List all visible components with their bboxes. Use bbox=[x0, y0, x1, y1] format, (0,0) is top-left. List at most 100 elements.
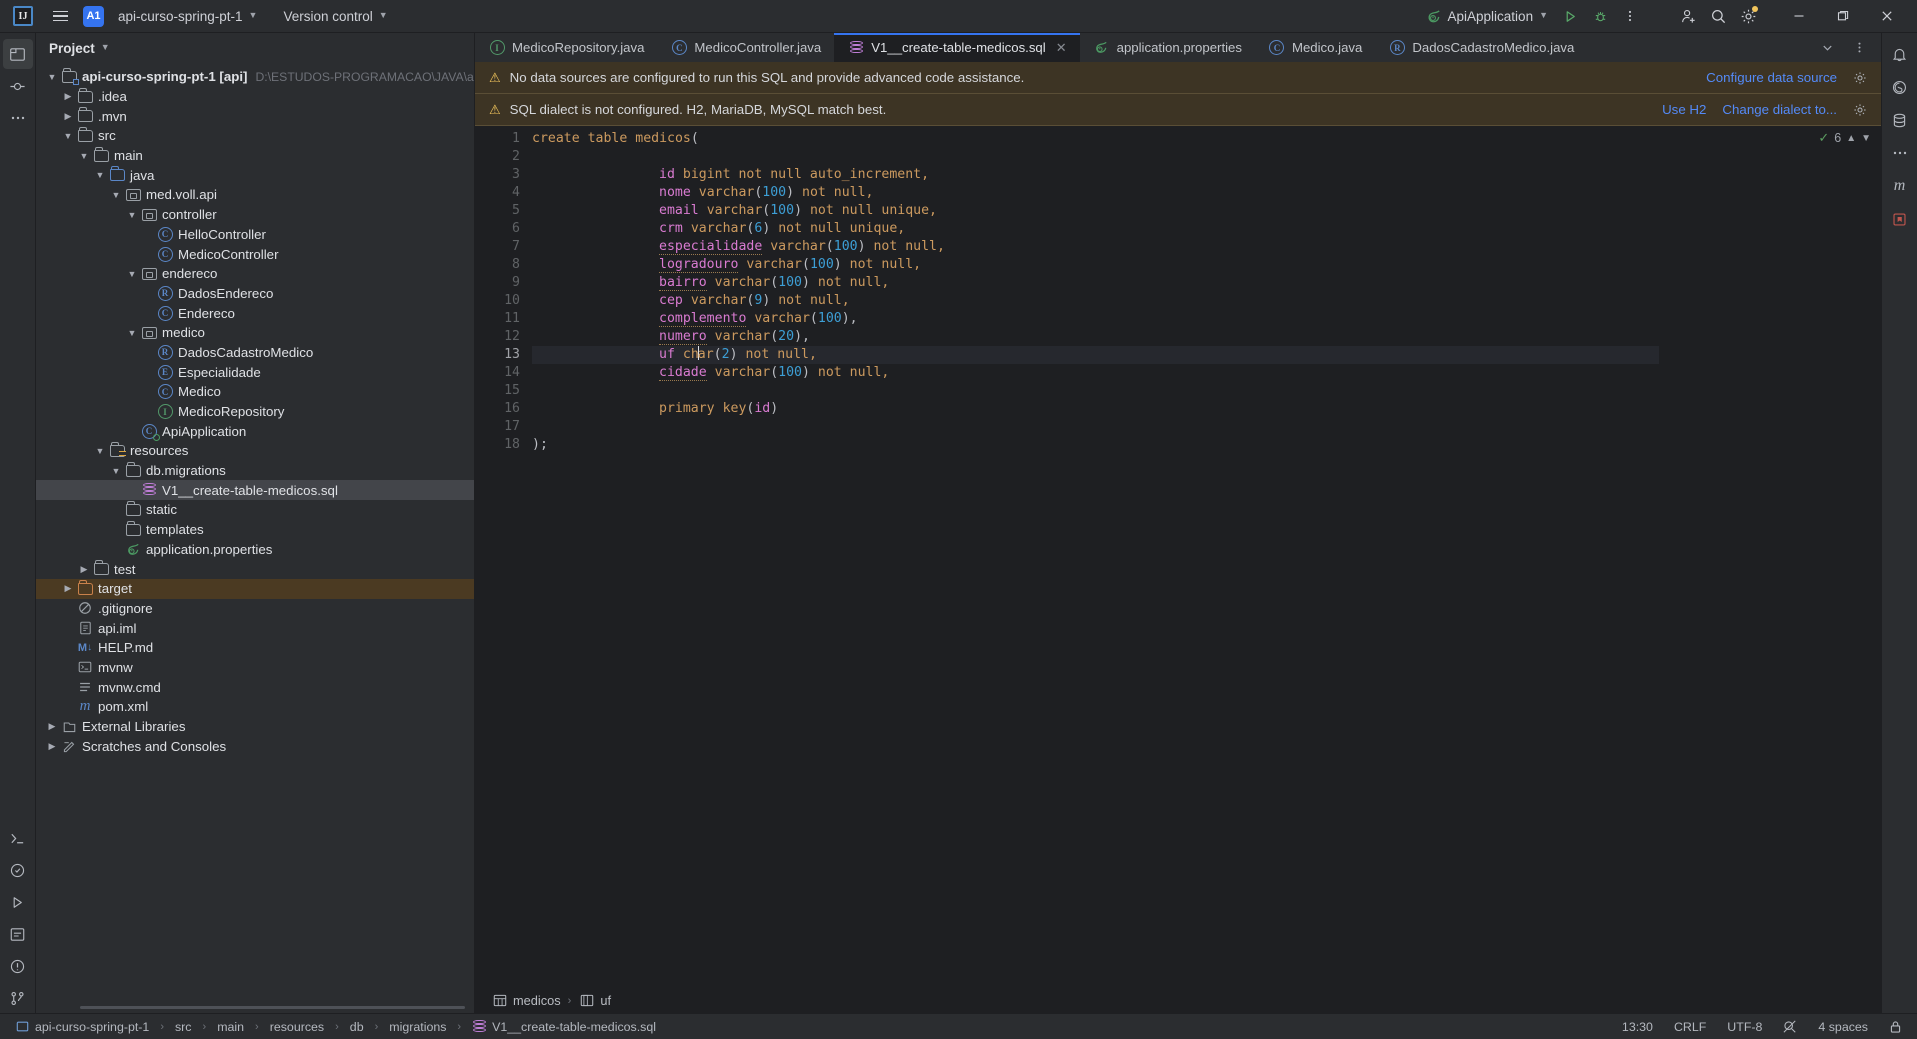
notifications-icon[interactable] bbox=[1885, 39, 1915, 69]
tree-node-static[interactable]: static bbox=[36, 500, 474, 520]
problems-tool-window-icon[interactable] bbox=[3, 951, 33, 981]
caret-position[interactable]: 13:30 bbox=[1617, 1019, 1658, 1035]
status-breadcrumb-item[interactable]: main bbox=[212, 1019, 249, 1035]
editor-tab-medicocontroller-java[interactable]: C MedicoController.java bbox=[657, 33, 834, 62]
breadcrumb-item[interactable]: uf bbox=[578, 993, 611, 1008]
inspection-widget[interactable]: ✓ 6 ▲ ▼ bbox=[1818, 130, 1871, 146]
chevron-up-icon[interactable]: ▲ bbox=[1846, 133, 1856, 144]
status-breadcrumb-item[interactable]: migrations bbox=[384, 1019, 451, 1035]
tree-node-dadoscadastromedico[interactable]: R DadosCadastroMedico bbox=[36, 343, 474, 363]
chevron-down-icon[interactable]: ▼ bbox=[60, 131, 76, 141]
chevron-right-icon[interactable]: ▶ bbox=[60, 91, 76, 102]
code-view[interactable]: 12345678910111213💡1415161718 create tabl… bbox=[475, 126, 1659, 988]
commit-tool-window-icon[interactable] bbox=[3, 71, 33, 101]
tab-options-button[interactable] bbox=[1844, 35, 1874, 61]
close-button[interactable] bbox=[1865, 0, 1909, 33]
chevron-down-icon[interactable]: ▼ bbox=[108, 190, 124, 200]
notification-action-link[interactable]: Use H2 bbox=[1662, 102, 1706, 117]
editor-tab-application-properties[interactable]: application.properties bbox=[1080, 33, 1255, 62]
code-line[interactable]: uf char(2) not null, bbox=[532, 346, 1659, 364]
tree-node-medico[interactable]: C Medico bbox=[36, 382, 474, 402]
tree-node-help-md[interactable]: M ↓ HELP.md bbox=[36, 638, 474, 658]
breadcrumb-item[interactable]: medicos bbox=[491, 993, 561, 1008]
chevron-down-icon[interactable]: ▼ bbox=[92, 446, 108, 456]
project-tree[interactable]: ▼ api-curso-spring-pt-1 [api] D:\ESTUDOS-P… bbox=[36, 63, 474, 1013]
terminal-tool-window-icon[interactable] bbox=[3, 823, 33, 853]
code-line[interactable]: bairro varchar(100) not null, bbox=[532, 274, 1659, 292]
code-line[interactable]: numero varchar(20), bbox=[532, 328, 1659, 346]
chevron-down-icon[interactable]: ▼ bbox=[92, 170, 108, 180]
code-line[interactable] bbox=[532, 418, 1659, 436]
code-line[interactable]: id bigint not null auto_increment, bbox=[532, 166, 1659, 184]
tree-node-apiapplication[interactable]: C ApiApplication bbox=[36, 421, 474, 441]
code-lines[interactable]: create table medicos( id bigint not null… bbox=[530, 126, 1659, 988]
tree-node-dadosendereco[interactable]: R DadosEndereco bbox=[36, 284, 474, 304]
ai-assistant-icon[interactable] bbox=[1885, 72, 1915, 102]
project-tool-window-icon[interactable] bbox=[2, 39, 33, 69]
tree-node-mvnw[interactable]: mvnw bbox=[36, 658, 474, 678]
tree-node-scratches-and-consoles[interactable]: ▶ Scratches and Consoles bbox=[36, 736, 474, 756]
chevron-down-icon[interactable]: ▼ bbox=[124, 328, 140, 338]
project-horizontal-scrollbar[interactable] bbox=[80, 1006, 465, 1009]
run-configuration-selector[interactable]: ApiApplication ▼ bbox=[1420, 6, 1555, 27]
database-icon[interactable] bbox=[1885, 105, 1915, 135]
notification-action-link[interactable]: Configure data source bbox=[1706, 70, 1837, 85]
status-breadcrumb-item[interactable]: V1__create-table-medicos.sql bbox=[467, 1019, 661, 1035]
tree-node-endereco[interactable]: C Endereco bbox=[36, 303, 474, 323]
line-number[interactable]: 12 bbox=[475, 328, 530, 346]
code-line[interactable]: cidade varchar(100) not null, bbox=[532, 364, 1659, 382]
project-name-selector[interactable]: api-curso-spring-pt-1 ▼ bbox=[111, 6, 264, 27]
run-tool-window-icon[interactable] bbox=[3, 887, 33, 917]
gear-icon[interactable] bbox=[1853, 71, 1867, 85]
chevron-down-icon[interactable]: ▼ bbox=[44, 72, 60, 82]
line-number[interactable]: 16 bbox=[475, 400, 530, 418]
more-tools-icon[interactable] bbox=[1885, 138, 1915, 168]
code-line[interactable]: create table medicos( bbox=[532, 130, 1659, 148]
code-line[interactable] bbox=[532, 148, 1659, 166]
tree-node-external-libraries[interactable]: ▶ External Libraries bbox=[36, 717, 474, 737]
services-tool-window-icon[interactable] bbox=[3, 855, 33, 885]
chevron-down-icon[interactable]: ▼ bbox=[76, 151, 92, 161]
tree-node--idea[interactable]: ▶ .idea bbox=[36, 87, 474, 107]
line-number[interactable]: 13💡 bbox=[475, 346, 548, 364]
hamburger-menu-icon[interactable] bbox=[47, 3, 73, 29]
line-number[interactable]: 15 bbox=[475, 382, 530, 400]
status-breadcrumb[interactable]: api-curso-spring-pt-1 › src › main › resources… bbox=[10, 1019, 661, 1035]
tree-node-test[interactable]: ▶ test bbox=[36, 559, 474, 579]
inspection-lens-icon[interactable] bbox=[1778, 1019, 1802, 1035]
add-user-button[interactable] bbox=[1673, 3, 1703, 29]
tree-node-hellocontroller[interactable]: C HelloController bbox=[36, 225, 474, 245]
version-control-tool-window-icon[interactable] bbox=[3, 983, 33, 1013]
tree-node-medicocontroller[interactable]: C MedicoController bbox=[36, 244, 474, 264]
file-encoding[interactable]: UTF-8 bbox=[1722, 1019, 1767, 1035]
tree-node-resources[interactable]: ▼ resources bbox=[36, 441, 474, 461]
close-icon[interactable]: ✕ bbox=[1056, 40, 1067, 56]
line-number[interactable]: 4 bbox=[475, 184, 530, 202]
notification-action-link[interactable]: Change dialect to... bbox=[1722, 102, 1837, 117]
code-line[interactable]: email varchar(100) not null unique, bbox=[532, 202, 1659, 220]
tree-node-target[interactable]: ▶ target bbox=[36, 578, 474, 599]
code-line[interactable]: ); bbox=[532, 436, 1659, 454]
chevron-right-icon[interactable]: ▶ bbox=[44, 721, 60, 732]
line-separator[interactable]: CRLF bbox=[1669, 1019, 1711, 1035]
tree-node-templates[interactable]: templates bbox=[36, 520, 474, 540]
tree-node-v1-create-table-medicos-sql[interactable]: V1__create-table-medicos.sql bbox=[36, 480, 474, 501]
tree-node-main[interactable]: ▼ main bbox=[36, 146, 474, 166]
tree-node-api-curso-spring-pt-1-api-[interactable]: ▼ api-curso-spring-pt-1 [api] D:\ESTUDOS-P… bbox=[36, 67, 474, 87]
more-actions-button[interactable] bbox=[1615, 3, 1645, 29]
tree-node-controller[interactable]: ▼ controller bbox=[36, 205, 474, 225]
chevron-right-icon[interactable]: ▶ bbox=[60, 583, 76, 594]
tab-list-button[interactable] bbox=[1812, 35, 1842, 61]
line-number[interactable]: 2 bbox=[475, 148, 530, 166]
chevron-right-icon[interactable]: ▶ bbox=[76, 564, 92, 575]
chevron-down-icon[interactable]: ▼ bbox=[108, 466, 124, 476]
tree-node-medico[interactable]: ▼ medico bbox=[36, 323, 474, 343]
tree-node-medicorepository[interactable]: I MedicoRepository bbox=[36, 402, 474, 422]
editor-breadcrumb[interactable]: medicos › uf bbox=[475, 988, 1881, 1013]
build-tool-window-icon[interactable] bbox=[3, 919, 33, 949]
line-number[interactable]: 9 bbox=[475, 274, 530, 292]
search-button[interactable] bbox=[1703, 3, 1733, 29]
code-line[interactable]: primary key(id) bbox=[532, 400, 1659, 418]
code-line[interactable] bbox=[532, 382, 1659, 400]
line-number[interactable]: 11 bbox=[475, 310, 530, 328]
